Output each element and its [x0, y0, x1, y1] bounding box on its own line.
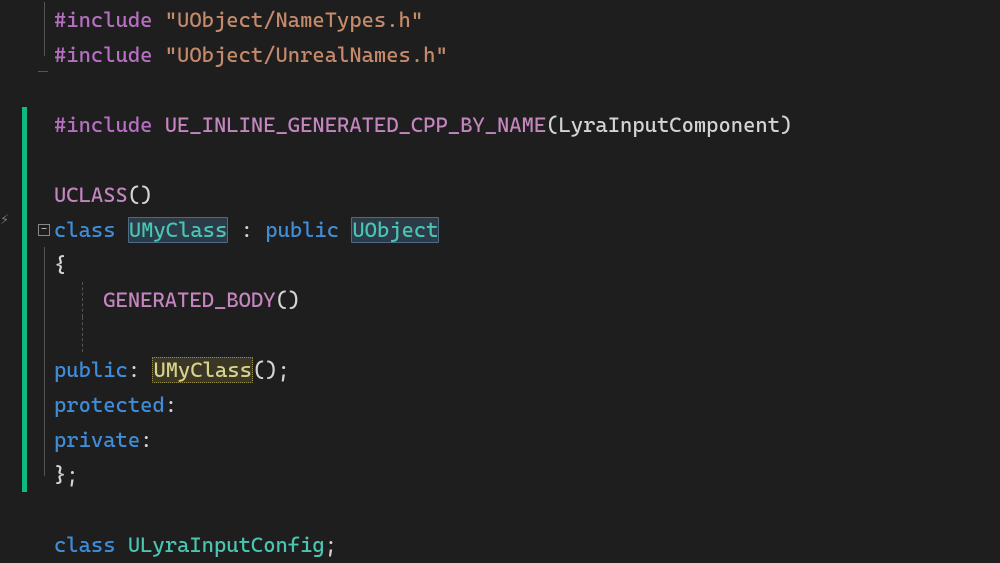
token-colon: :	[165, 393, 177, 417]
token-keyword: class	[54, 218, 116, 242]
token-space	[54, 288, 103, 312]
token-semicolon: ;	[325, 533, 337, 557]
code-line-blank[interactable]	[0, 72, 1000, 107]
code-line[interactable]: protected:	[0, 387, 1000, 422]
token-typename-highlight: UObject	[351, 217, 439, 243]
token-arg: LyraInputComponent	[559, 113, 780, 137]
code-line[interactable]: GENERATED_BODY()	[0, 282, 1000, 317]
token-directive: #include	[54, 113, 152, 137]
token-typename-highlight: UMyClass	[128, 217, 228, 243]
fold-guide	[44, 37, 45, 56]
token-paren: ()	[128, 183, 153, 207]
change-marker	[22, 212, 27, 247]
code-line-blank[interactable]	[0, 492, 1000, 527]
fold-guide	[44, 317, 45, 352]
token-brace: {	[54, 253, 66, 277]
code-line-blank[interactable]	[0, 142, 1000, 177]
change-marker	[22, 247, 27, 282]
fold-guide	[44, 247, 45, 282]
token-space	[116, 218, 128, 242]
token-colon: :	[228, 218, 265, 242]
code-line[interactable]: #include UE_INLINE_GENERATED_CPP_BY_NAME…	[0, 107, 1000, 142]
token-paren: ();	[253, 358, 290, 382]
token-string: "UObject/UnrealNames.h"	[165, 43, 448, 67]
token-space	[152, 8, 164, 32]
fold-guide	[44, 282, 45, 317]
token-keyword: private	[54, 428, 140, 452]
token-space	[152, 43, 164, 67]
token-keyword: public	[54, 358, 128, 382]
fold-toggle[interactable]: −	[38, 224, 50, 236]
change-marker	[22, 457, 27, 492]
fold-guide	[44, 457, 45, 476]
code-line[interactable]: #include "UObject/UnrealNames.h"	[0, 37, 1000, 72]
fold-guide-dashed	[82, 282, 83, 317]
fold-guide	[44, 422, 45, 457]
token-colon: :	[140, 428, 152, 452]
change-marker	[22, 317, 27, 352]
token-macro: GENERATED_BODY	[103, 288, 275, 312]
token-keyword: public	[265, 218, 339, 242]
code-line[interactable]: };	[0, 457, 1000, 492]
code-line[interactable]: #include "UObject/NameTypes.h"	[0, 2, 1000, 37]
code-line[interactable]: public: UMyClass();	[0, 352, 1000, 387]
change-marker	[22, 352, 27, 387]
code-line[interactable]: UCLASS()	[0, 177, 1000, 212]
token-keyword: class	[54, 533, 116, 557]
code-line[interactable]: private:	[0, 422, 1000, 457]
fold-guide	[44, 352, 45, 387]
token-macro: UE_INLINE_GENERATED_CPP_BY_NAME	[165, 113, 546, 137]
token-string: "UObject/NameTypes.h"	[165, 8, 423, 32]
token-space	[339, 218, 351, 242]
fold-guide	[44, 387, 45, 422]
token-paren: (	[546, 113, 558, 137]
fold-guide	[44, 2, 45, 37]
token-directive: #include	[54, 8, 152, 32]
token-ctor-highlight: UMyClass	[152, 357, 252, 383]
change-marker	[22, 177, 27, 212]
token-colon: :	[128, 358, 153, 382]
code-line[interactable]: class ULyraInputConfig;	[0, 527, 1000, 562]
change-marker	[22, 107, 27, 142]
change-marker	[22, 422, 27, 457]
token-paren: ()	[275, 288, 300, 312]
code-editor[interactable]: ⚡ #include "UObject/NameTypes.h" #includ…	[0, 0, 1000, 563]
token-macro: UCLASS	[54, 183, 128, 207]
change-marker	[22, 282, 27, 317]
token-space	[116, 533, 128, 557]
code-line[interactable]: − class UMyClass : public UObject	[0, 212, 1000, 247]
fold-guide-dashed	[82, 317, 83, 352]
code-line[interactable]: {	[0, 247, 1000, 282]
token-typename: ULyraInputConfig	[128, 533, 325, 557]
token-space	[152, 113, 164, 137]
code-line-blank[interactable]	[0, 317, 1000, 352]
token-brace: };	[54, 463, 79, 487]
change-marker	[22, 142, 27, 177]
token-paren: )	[780, 113, 792, 137]
token-keyword: protected	[54, 393, 165, 417]
change-marker	[22, 387, 27, 422]
token-directive: #include	[54, 43, 152, 67]
